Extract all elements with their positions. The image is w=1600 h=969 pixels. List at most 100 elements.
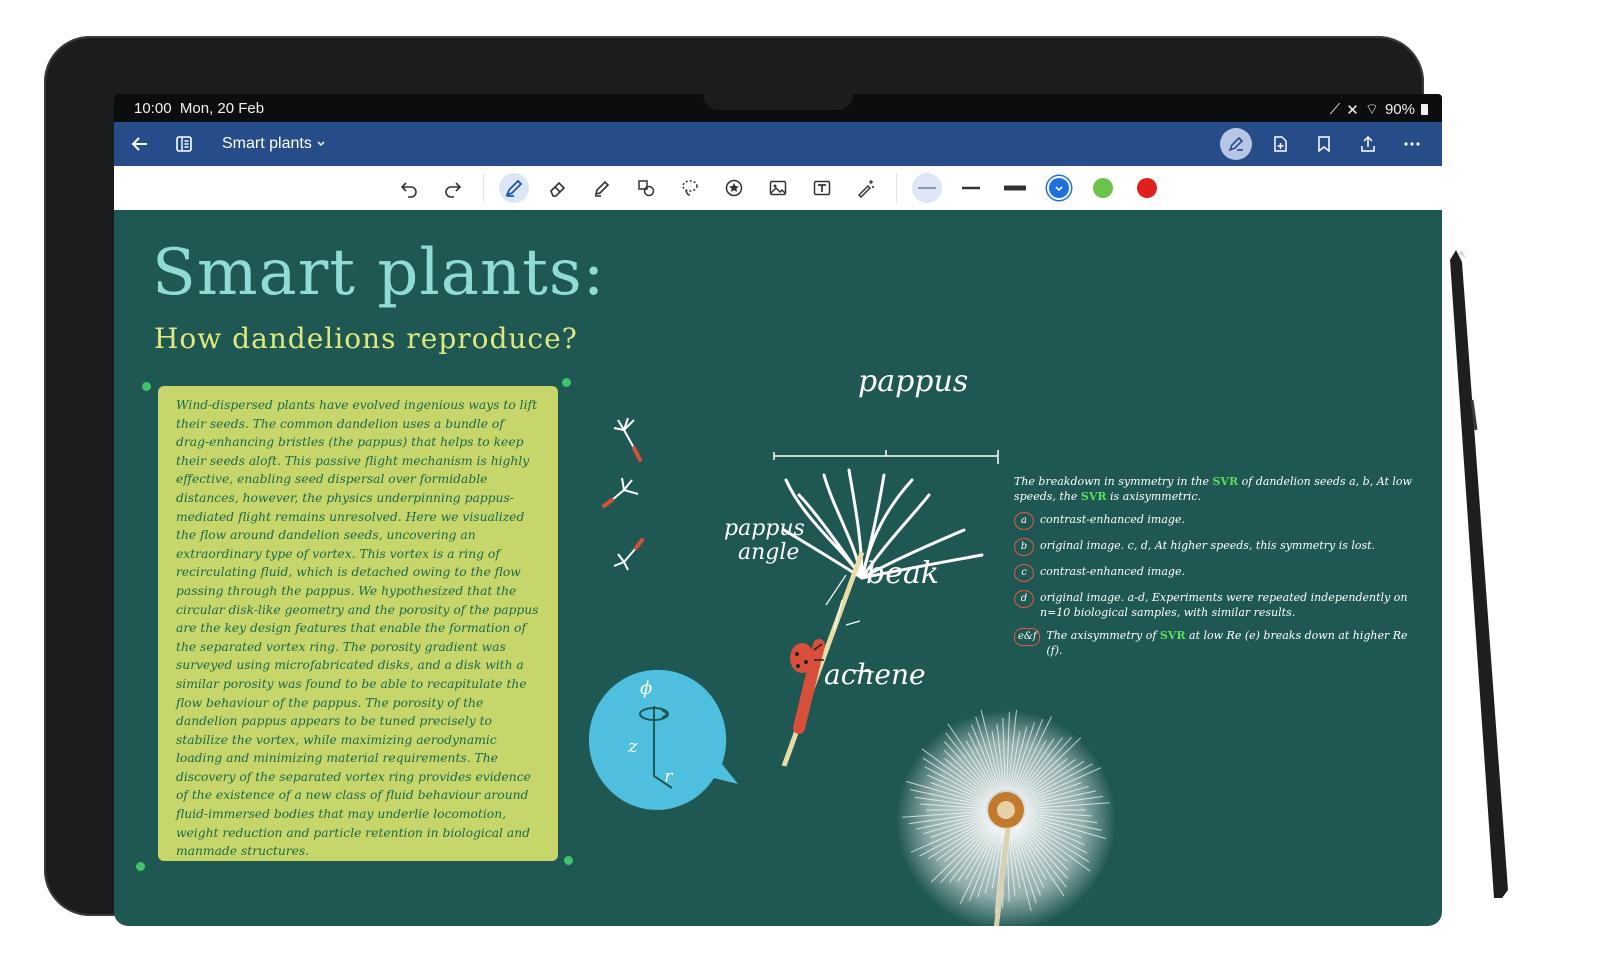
status-time: 10:00 Mon, 20 Feb <box>134 100 265 117</box>
color-blue-button[interactable] <box>1037 166 1081 210</box>
sticker-tool-button[interactable] <box>712 166 756 210</box>
selection-handle[interactable] <box>562 378 571 387</box>
pen-mode-badge <box>1220 128 1252 160</box>
annotation-tag: a <box>1014 512 1034 530</box>
s-pen-stylus <box>1450 250 1508 898</box>
eraser-icon <box>550 181 566 197</box>
label-beak: beak <box>866 556 940 591</box>
annotation-text: original image. c, d, At higher speeds, … <box>1040 539 1376 552</box>
text-box-tool-button[interactable] <box>800 166 844 210</box>
intro-text-a: The breakdown in symmetry in the <box>1014 475 1209 488</box>
annotation-text: The axisymmetry of SVR at low Re (e) bre… <box>1046 628 1424 658</box>
label-achene: achene <box>824 658 926 691</box>
pen-mode-icon <box>1228 136 1244 152</box>
color-red-button[interactable] <box>1125 166 1169 210</box>
pen-mode-button[interactable] <box>1214 122 1258 166</box>
camera-notch <box>703 94 853 110</box>
annotation-item: b original image. c, d, At higher speeds,… <box>1014 538 1424 556</box>
seed-stages-illustration <box>602 417 644 571</box>
sparkle-icon <box>857 180 874 198</box>
label-r: r <box>664 766 673 787</box>
highlighter-tool-button[interactable] <box>580 166 624 210</box>
redo-button[interactable] <box>431 166 475 210</box>
medium-stroke-button[interactable] <box>949 166 993 210</box>
eraser-tool-button[interactable] <box>536 166 580 210</box>
undo-button[interactable] <box>387 166 431 210</box>
note-heading: Smart plants: <box>152 236 606 310</box>
check-icon <box>1055 186 1063 192</box>
pen-tool-button[interactable] <box>492 166 536 210</box>
svr-highlight: SVR <box>1212 475 1239 488</box>
notebook-icon <box>176 136 192 152</box>
annotation-tag: e&f <box>1014 628 1041 646</box>
image-icon <box>769 180 787 196</box>
bookmark-button[interactable] <box>1302 122 1346 166</box>
last-text-a: The axisymmetry of <box>1046 629 1157 642</box>
handwritten-note[interactable]: Wind-dispersed plants have evolved ingen… <box>158 386 558 861</box>
annotation-list: The breakdown in symmetry in the SVR of … <box>1014 474 1424 666</box>
wifi-icon: ⌔ <box>1364 101 1379 118</box>
thin-stroke-button[interactable] <box>905 166 949 210</box>
color-blue-swatch <box>1049 178 1069 198</box>
lasso-tool-button[interactable] <box>668 166 712 210</box>
sticker-icon <box>725 179 743 197</box>
speech-bubble-diagram <box>588 669 738 810</box>
color-green-button[interactable] <box>1081 166 1125 210</box>
add-page-button[interactable] <box>1258 122 1302 166</box>
more-button[interactable] <box>1390 122 1434 166</box>
selection-handle[interactable] <box>142 382 151 391</box>
bookmark-icon <box>1318 136 1330 153</box>
thick-stroke-button[interactable] <box>993 166 1037 210</box>
tablet-frame: 10:00 Mon, 20 Feb ⟋ ✕ ⌔ 90% Smart plants <box>44 36 1442 926</box>
redo-icon <box>445 182 462 198</box>
stylus-status-icon: ⟋ <box>1329 101 1341 118</box>
magic-tool-button[interactable] <box>844 166 888 210</box>
label-phi: ϕ <box>640 678 653 699</box>
share-button[interactable] <box>1346 122 1390 166</box>
intro-text-c: is axisymmetric. <box>1110 490 1202 503</box>
notebook-button[interactable] <box>162 122 206 166</box>
annotation-item: e&f The axisymmetry of SVR at low Re (e)… <box>1014 628 1424 658</box>
selection-handle[interactable] <box>564 856 573 865</box>
back-icon <box>131 137 147 151</box>
svr-highlight: SVR <box>1159 629 1186 642</box>
highlighter-icon <box>594 180 610 197</box>
svr-highlight: SVR <box>1080 490 1107 503</box>
annotation-intro: The breakdown in symmetry in the SVR of … <box>1014 474 1424 504</box>
image-tool-button[interactable] <box>756 166 800 210</box>
chevron-down-icon <box>317 141 325 147</box>
label-z: z <box>628 736 638 757</box>
selection-handle[interactable] <box>136 862 145 871</box>
label-pappus-angle-1: pappus <box>724 516 805 541</box>
annotation-item: a contrast-enhanced image. <box>1014 512 1424 530</box>
status-icons: ⟋ ✕ ⌔ 90% <box>1330 100 1428 119</box>
toolbar-divider <box>483 173 484 203</box>
text-box-icon <box>813 180 831 196</box>
screen: 10:00 Mon, 20 Feb ⟋ ✕ ⌔ 90% Smart plants <box>114 94 1442 926</box>
annotation-text: contrast-enhanced image. <box>1040 565 1185 578</box>
annotation-text: original image. a-d, Experiments were re… <box>1040 591 1408 619</box>
annotation-item: c contrast-enhanced image. <box>1014 564 1424 582</box>
battery-text: 90% <box>1384 101 1415 118</box>
dandelion-puffball-image <box>896 710 1116 926</box>
pen-tool-highlight <box>499 173 529 203</box>
add-page-icon <box>1274 136 1287 152</box>
status-bar: 10:00 Mon, 20 Feb ⟋ ✕ ⌔ 90% <box>114 94 1442 122</box>
back-button[interactable] <box>118 122 162 166</box>
shapes-tool-button[interactable] <box>624 166 668 210</box>
mute-icon: ✕ <box>1346 101 1359 119</box>
color-green-swatch <box>1093 178 1113 198</box>
color-red-swatch <box>1137 178 1157 198</box>
annotation-tag: d <box>1014 590 1034 608</box>
lasso-icon <box>682 180 698 196</box>
annotation-tag: b <box>1014 538 1034 556</box>
drawing-toolbar <box>114 166 1442 210</box>
note-canvas[interactable]: Smart plants: How dandelions reproduce? … <box>114 210 1442 926</box>
thin-stroke-highlight <box>912 173 942 203</box>
note-title: Smart plants <box>222 135 312 152</box>
label-pappus: pappus <box>858 364 969 399</box>
annotation-text: contrast-enhanced image. <box>1040 513 1185 526</box>
thick-line-icon <box>1004 185 1026 191</box>
pen-icon <box>505 179 523 197</box>
note-title-dropdown[interactable]: Smart plants <box>222 135 326 153</box>
